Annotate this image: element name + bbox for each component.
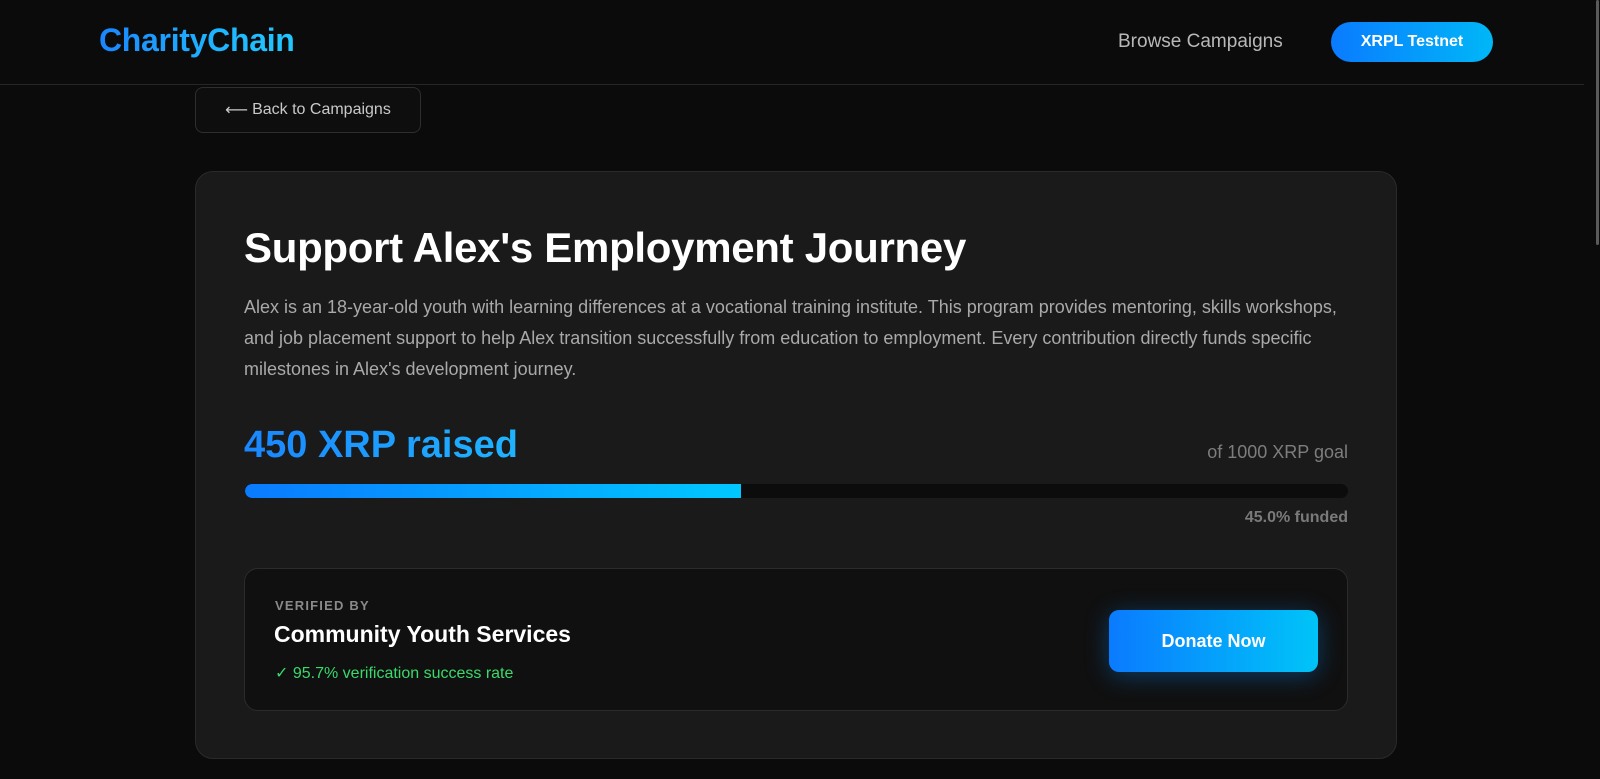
progress-bar — [245, 484, 1348, 498]
verified-by-label: VERIFIED BY — [275, 598, 370, 613]
back-button-label: Back to Campaigns — [252, 101, 391, 118]
logo[interactable]: CharityChain — [99, 22, 295, 59]
top-nav-bar: CharityChain Browse Campaigns XRPL Testn… — [0, 0, 1584, 85]
campaign-card: Support Alex's Employment Journey Alex i… — [195, 171, 1397, 759]
browse-campaigns-link[interactable]: Browse Campaigns — [1118, 31, 1283, 53]
funded-percentage: 45.0% funded — [1244, 509, 1348, 526]
back-arrow-icon: ⟵ — [225, 102, 249, 119]
goal-amount: of 1000 XRP goal — [1207, 442, 1348, 462]
network-badge[interactable]: XRPL Testnet — [1331, 22, 1493, 62]
verifier-panel: VERIFIED BY Community Youth Services ✓ 9… — [244, 568, 1348, 711]
back-to-campaigns-button[interactable]: ⟵ Back to Campaigns — [195, 87, 421, 133]
page: CharityChain Browse Campaigns XRPL Testn… — [0, 0, 1600, 779]
campaign-description: Alex is an 18-year-old youth with learni… — [244, 297, 1337, 379]
verification-rate: ✓ 95.7% verification success rate — [275, 665, 514, 682]
scrollbar-thumb[interactable] — [1596, 0, 1599, 245]
donate-now-button[interactable]: Donate Now — [1109, 610, 1318, 672]
amount-raised: 450 XRP raised — [244, 424, 518, 466]
campaign-title: Support Alex's Employment Journey — [244, 224, 967, 271]
verifier-name: Community Youth Services — [274, 621, 571, 647]
progress-bar-fill — [245, 484, 742, 498]
